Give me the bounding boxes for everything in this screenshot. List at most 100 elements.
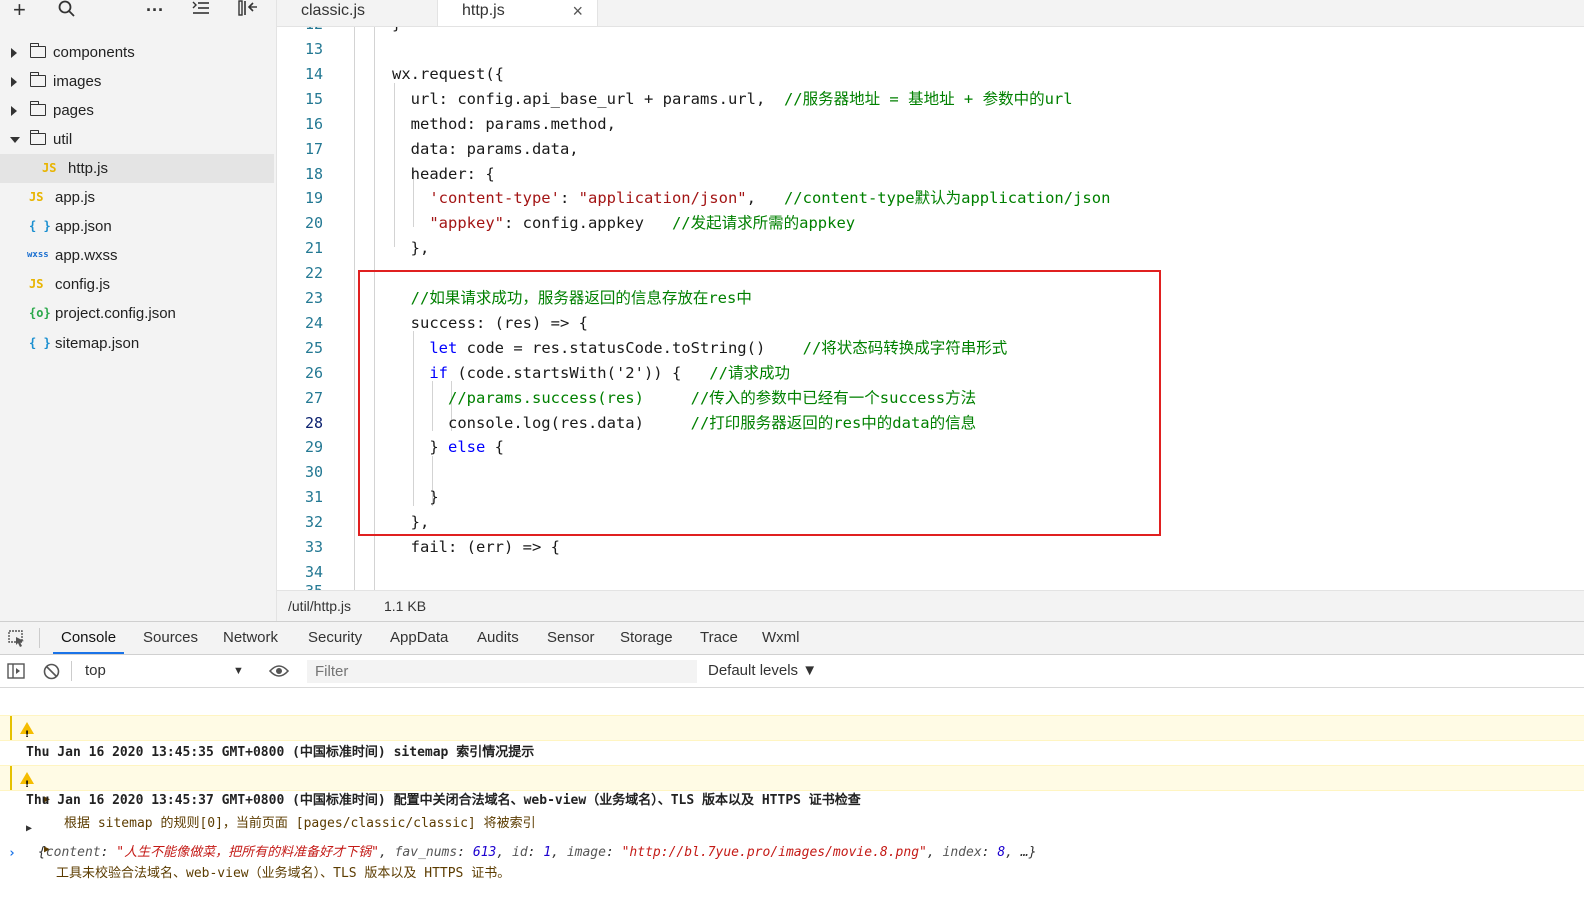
tab-wxml[interactable]: Wxml bbox=[762, 622, 800, 654]
tree-label: config.js bbox=[55, 276, 111, 293]
highlight-annotation-box bbox=[358, 270, 1161, 536]
code-comment: //发起请求所需的appkey bbox=[671, 214, 856, 233]
log-group-row[interactable]: ▼ Thu Jan 16 2020 13:45:35 GMT+0800 (中国标… bbox=[0, 693, 1584, 760]
code-text: data: params.data, bbox=[392, 139, 579, 158]
tree-file-app-js[interactable]: JS app.js bbox=[0, 183, 274, 212]
code-line: fail: (err) => { bbox=[392, 535, 560, 560]
tree-label: app.wxss bbox=[55, 247, 118, 264]
log-group-row[interactable]: ▼ Thu Jan 16 2020 13:45:37 GMT+0800 (中国标… bbox=[0, 741, 1584, 808]
tab-console[interactable]: Console bbox=[53, 622, 125, 654]
tab-appdata[interactable]: AppData bbox=[390, 622, 448, 654]
code-editor[interactable]: 12 } 13 14 wx.request({15 url: config.api_… bbox=[277, 27, 1584, 590]
line-number: 32 bbox=[304, 513, 323, 532]
chevron-down-icon bbox=[10, 137, 20, 143]
code-comment: //content-type默认为application/json bbox=[783, 189, 1111, 208]
plus-icon[interactable]: + bbox=[13, 0, 26, 22]
obj-key: id bbox=[512, 845, 528, 860]
chevron-right-icon bbox=[11, 48, 17, 58]
clear-console-icon[interactable] bbox=[43, 663, 60, 685]
tab-network[interactable]: Network bbox=[223, 622, 278, 654]
tree-label: http.js bbox=[68, 160, 109, 177]
tree-file-app-json[interactable]: { } app.json bbox=[0, 212, 274, 241]
tree-folder-pages[interactable]: pages bbox=[0, 96, 274, 125]
folder-icon bbox=[29, 43, 46, 58]
log-levels-dropdown[interactable]: Default levels ▼ bbox=[708, 655, 817, 687]
code-text: fail: (err) => { bbox=[392, 538, 560, 556]
tree-label: project.config.json bbox=[55, 305, 176, 322]
line-number: 22 bbox=[304, 264, 323, 283]
line-number: 27 bbox=[304, 388, 323, 407]
obj-value: "人生不能像做菜，把所有的料准备好才下锅" bbox=[116, 845, 379, 860]
devtools-tabs: Console Sources Network Security AppData… bbox=[0, 622, 1584, 655]
close-icon[interactable]: × bbox=[572, 0, 583, 22]
tree-label: images bbox=[53, 73, 102, 90]
context-selector[interactable]: top ▼ bbox=[78, 655, 250, 687]
inspect-element-icon[interactable] bbox=[8, 630, 26, 653]
obj-value: "http://bl.7yue.pro/images/movie.8.png" bbox=[621, 845, 927, 860]
line-number: 13 bbox=[304, 40, 323, 58]
code-line: header: { bbox=[392, 162, 495, 187]
tab-storage[interactable]: Storage bbox=[620, 622, 673, 654]
eye-icon[interactable] bbox=[268, 664, 290, 683]
search-icon[interactable] bbox=[58, 0, 76, 22]
wxss-file-icon: wxss bbox=[27, 250, 49, 260]
filter-input[interactable] bbox=[307, 660, 697, 683]
json-file-icon: { } bbox=[29, 219, 51, 233]
tree-file-project-config[interactable]: {o} project.config.json bbox=[0, 299, 274, 328]
tab-trace[interactable]: Trace bbox=[700, 622, 738, 654]
tree-file-config-js[interactable]: JS config.js bbox=[0, 270, 274, 299]
console-prompt[interactable]: › bbox=[0, 818, 1584, 861]
tab-sensor[interactable]: Sensor bbox=[547, 622, 595, 654]
tab-label: classic.js bbox=[301, 2, 366, 19]
tree-folder-images[interactable]: images bbox=[0, 67, 274, 96]
json-file-icon: { } bbox=[29, 336, 51, 350]
status-bar: /util/http.js 1.1 KB bbox=[277, 590, 1584, 621]
group-indent-bar bbox=[10, 716, 12, 740]
obj-key: content bbox=[45, 845, 101, 860]
obj-value: 613 bbox=[472, 845, 497, 860]
file-size: 1.1 KB bbox=[384, 598, 427, 614]
outline-icon[interactable] bbox=[192, 0, 210, 22]
tab-http-js[interactable]: http.js × bbox=[438, 0, 598, 26]
tree-label: util bbox=[53, 131, 73, 148]
obj-ellipsis: …} bbox=[1020, 845, 1037, 860]
obj-value: 1 bbox=[543, 845, 552, 860]
object-preview: {content: "人生不能像做菜，把所有的料准备好才下锅", fav_num… bbox=[38, 845, 1037, 860]
js-file-icon: JS bbox=[29, 277, 44, 291]
warning-icon bbox=[20, 722, 34, 747]
tree-label: sitemap.json bbox=[55, 335, 140, 352]
obj-key: index bbox=[942, 845, 982, 860]
tab-audits[interactable]: Audits bbox=[477, 622, 519, 654]
group-indent-bar bbox=[10, 766, 12, 790]
code-string: 'content-type' bbox=[429, 189, 560, 208]
code-line: url: config.api_base_url + params.url, /… bbox=[392, 87, 1073, 112]
tree-file-sitemap-json[interactable]: { } sitemap.json bbox=[0, 329, 274, 358]
object-log-row[interactable]: ▶ {content: "人生不能像做菜，把所有的料准备好才下锅", fav_n… bbox=[0, 793, 1584, 860]
code-line: "appkey": config.appkey //发起请求所需的appkey bbox=[392, 211, 855, 236]
warning-row[interactable]: ▶ 根据 sitemap 的规则[0]，当前页面 [pages/classic/… bbox=[0, 715, 1584, 831]
line-number: 28 bbox=[304, 413, 323, 432]
tree-label: app.js bbox=[55, 189, 96, 206]
tab-sources[interactable]: Sources bbox=[143, 622, 198, 654]
code-line: 'content-type': "application/json", //co… bbox=[392, 186, 1110, 211]
code-comment: //服务器地址 = 基地址 + 参数中的url bbox=[783, 89, 1073, 108]
tab-classic-js[interactable]: classic.js bbox=[277, 0, 438, 26]
warning-row[interactable]: ▶ 工具未校验合法域名、web-view（业务域名）、TLS 版本以及 HTTP… bbox=[0, 765, 1584, 881]
collapse-icon[interactable] bbox=[238, 0, 258, 22]
line-number: 26 bbox=[304, 363, 323, 382]
line-number: 29 bbox=[304, 438, 323, 457]
sidebar-toggle-icon[interactable] bbox=[7, 663, 25, 684]
js-file-icon: JS bbox=[29, 190, 44, 204]
tree-file-app-wxss[interactable]: wxss app.wxss bbox=[0, 241, 274, 270]
obj-key: fav_nums bbox=[394, 845, 458, 860]
line-number: 14 bbox=[304, 64, 323, 83]
tree-folder-components[interactable]: components bbox=[0, 38, 274, 67]
console-toolbar: top ▼ Default levels ▼ bbox=[0, 655, 1584, 688]
more-icon[interactable]: ··· bbox=[146, 0, 164, 22]
line-number: 20 bbox=[304, 214, 323, 233]
tab-security[interactable]: Security bbox=[308, 622, 362, 654]
tree-file-http-js[interactable]: JS http.js bbox=[0, 154, 274, 183]
tree-folder-util[interactable]: util bbox=[0, 125, 274, 154]
code-string: "appkey" bbox=[429, 214, 504, 233]
folder-icon bbox=[29, 72, 46, 87]
